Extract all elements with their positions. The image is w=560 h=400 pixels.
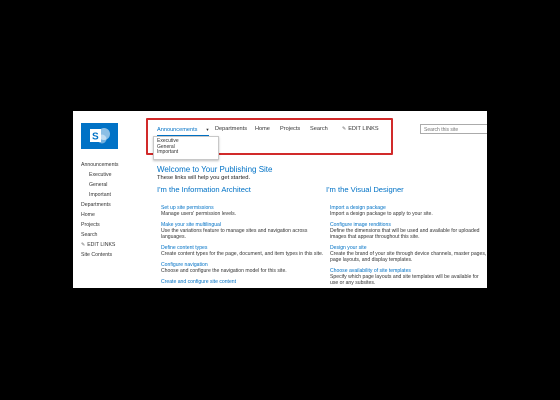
search-input[interactable] (420, 124, 487, 134)
main-content: Welcome to Your Publishing Site These li… (157, 165, 487, 286)
link-description: Create the brand of your site through de… (330, 251, 487, 263)
pencil-icon: ✎ (81, 242, 86, 248)
list-item: Design your site Create the brand of you… (330, 245, 487, 263)
link-description: Use the variations feature to manage sit… (161, 228, 308, 240)
sharepoint-page: S Announcements ▼ Departments Home Projec… (73, 111, 487, 288)
column-heading-designer: I'm the Visual Designer (326, 185, 404, 194)
sidebar-item-projects[interactable]: Projects (81, 220, 119, 230)
sidebar-item-home[interactable]: Home (81, 210, 119, 220)
list-item: Import a design package Import a design … (330, 205, 487, 217)
link-description: Manage users' permission levels. (161, 211, 237, 217)
announcements-dropdown: Executive General Important (153, 136, 219, 160)
link-create-site-content[interactable]: Create and configure site content (161, 279, 324, 285)
column-heading-architect: I'm the Information Architect (157, 185, 251, 194)
designer-links: Import a design package Import a design … (330, 205, 487, 288)
sidebar-edit-links[interactable]: ✎ EDIT LINKS (81, 240, 119, 250)
sidebar-item-search[interactable]: Search (81, 230, 119, 240)
sidebar-item-departments[interactable]: Departments (81, 200, 119, 210)
dropdown-item-important[interactable]: Important (157, 150, 218, 156)
list-item: Define content types Create content type… (161, 245, 324, 257)
page-subtitle: These links will help you get started. (157, 175, 251, 181)
sidebar-item-general[interactable]: General (81, 180, 119, 190)
list-item: Set up site permissions Manage users' pe… (161, 205, 324, 217)
svg-text:S: S (92, 132, 99, 143)
link-description: Import a design package to apply to your… (330, 211, 433, 217)
left-navigation: Announcements Executive General Importan… (81, 160, 119, 260)
sharepoint-logo[interactable]: S (81, 123, 118, 149)
architect-links: Set up site permissions Manage users' pe… (161, 205, 324, 288)
list-item: Choose availability of site templates Sp… (330, 268, 487, 286)
list-item: Create and configure site content (161, 279, 324, 285)
sidebar-item-important[interactable]: Important (81, 190, 119, 200)
link-description: Choose and configure the navigation mode… (161, 268, 287, 274)
sidebar-item-site-contents[interactable]: Site Contents (81, 250, 119, 260)
link-description: Create content types for the page, docum… (161, 251, 324, 257)
list-item: Configure image renditions Define the di… (330, 222, 487, 240)
link-description: Specify which page layouts and site temp… (330, 274, 479, 286)
list-item: Make your site multilingual Use the vari… (161, 222, 324, 240)
page-title: Welcome to Your Publishing Site (157, 165, 273, 174)
link-description: Define the dimensions that will be used … (330, 228, 480, 240)
sidebar-item-announcements[interactable]: Announcements (81, 160, 119, 170)
sidebar-item-executive[interactable]: Executive (81, 170, 119, 180)
list-item: Configure navigation Choose and configur… (161, 262, 324, 274)
